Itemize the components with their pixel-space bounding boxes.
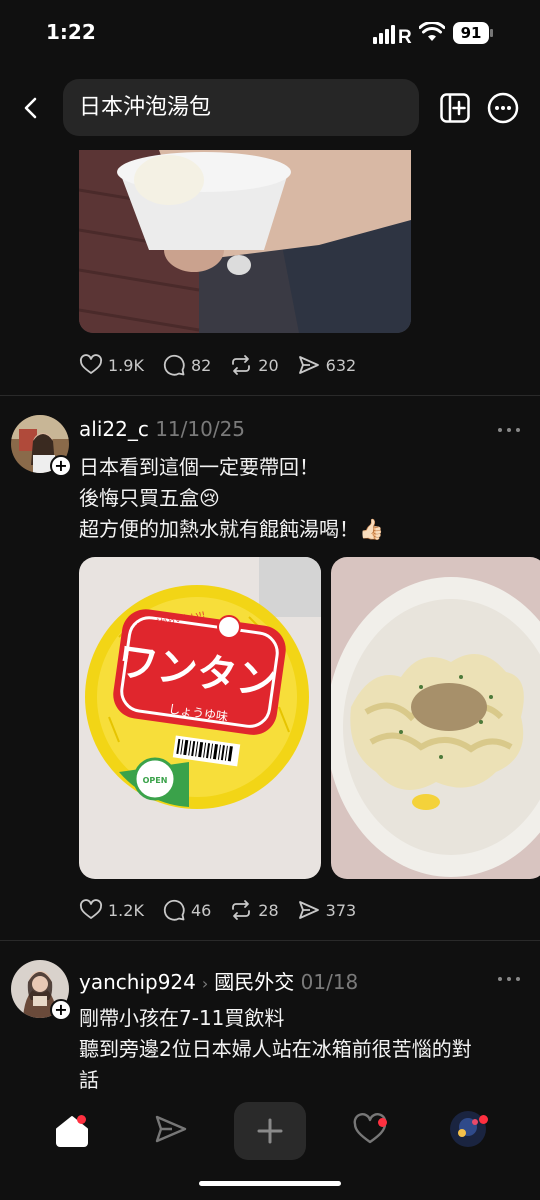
carrier-label: R xyxy=(398,27,412,44)
more-dots-icon[interactable] xyxy=(496,974,522,984)
username[interactable]: ali22_c xyxy=(79,417,149,441)
compose-button[interactable] xyxy=(234,1102,306,1160)
like-button[interactable]: 1.2K xyxy=(79,898,144,922)
home-indicator xyxy=(199,1181,341,1186)
comment-count: 82 xyxy=(190,355,212,375)
post-header: yanchip924 › 國民外交 01/18 xyxy=(79,966,358,995)
post-text: 日本看到這個一定要帶回！ 後悔只買五盒😢 超方便的加熱水就有餛飩湯喝！👍🏻 xyxy=(79,452,529,545)
search-header: 日本沖泡湯包 xyxy=(0,78,540,138)
post-divider xyxy=(0,395,540,396)
post-date: 01/18 xyxy=(300,970,359,994)
back-arrow-icon[interactable] xyxy=(18,92,46,124)
post-line: 日本看到這個一定要帶回！ xyxy=(79,455,319,479)
activity-notification-dot xyxy=(378,1118,387,1127)
post-actions: 1.9K 82 20 632 xyxy=(79,350,374,380)
follow-plus-icon[interactable]: + xyxy=(50,999,72,1021)
status-bar: 1:22 R 91 xyxy=(0,0,540,66)
status-time: 1:22 xyxy=(46,20,96,44)
post-line: 聽到旁邊2位日本婦人站在冰箱前很苦惱的對 xyxy=(79,1037,472,1061)
bottom-navigation xyxy=(0,1095,540,1200)
repost-button[interactable]: 28 xyxy=(229,898,279,922)
repost-icon xyxy=(232,355,251,375)
share-button[interactable]: 373 xyxy=(297,898,357,922)
post-line: 後悔只買五盒😢 xyxy=(79,486,220,510)
activity-heart-icon[interactable] xyxy=(348,1107,392,1151)
add-column-icon[interactable] xyxy=(439,92,471,124)
search-input[interactable]: 日本沖泡湯包 xyxy=(63,79,419,136)
heart-icon xyxy=(79,899,103,919)
follow-plus-icon[interactable]: + xyxy=(50,455,72,477)
send-icon[interactable] xyxy=(148,1107,192,1151)
profile-notification-dot xyxy=(479,1115,488,1124)
home-icon[interactable] xyxy=(50,1107,94,1151)
chevron-right-icon: › xyxy=(201,974,209,993)
like-button[interactable]: 1.9K xyxy=(79,353,144,377)
more-options-icon[interactable] xyxy=(487,92,519,124)
repost-count: 28 xyxy=(258,900,279,920)
battery-level: 91 xyxy=(453,22,489,44)
share-count: 632 xyxy=(325,355,357,375)
comment-icon xyxy=(163,899,185,921)
repost-button[interactable]: 20 xyxy=(229,353,279,377)
post-text: 剛帶小孩在7-11買飲料 聽到旁邊2位日本婦人站在冰箱前很苦惱的對 話 xyxy=(79,1003,529,1095)
post-image-wonton-cup[interactable]: ワンタン しょうゆ味 スープがおいしい!! OPEN xyxy=(79,557,321,879)
post-image-cup-in-hand[interactable] xyxy=(79,150,411,333)
open-tab-label: OPEN xyxy=(143,776,168,785)
comment-button[interactable]: 46 xyxy=(162,898,211,922)
heart-icon xyxy=(79,354,103,374)
more-dots-icon[interactable] xyxy=(496,425,522,435)
wifi-icon xyxy=(419,22,445,41)
comment-count: 46 xyxy=(190,900,212,920)
battery-icon: 91 xyxy=(453,22,493,44)
post-actions: 1.2K 46 28 373 xyxy=(79,895,374,925)
cellular-signal-icon: R xyxy=(373,25,412,44)
feed[interactable]: 1.9K 82 20 632 + ali22_c 11/10/25 日本看到這個… xyxy=(0,150,540,1095)
post-divider xyxy=(0,940,540,941)
comment-button[interactable]: 82 xyxy=(162,353,211,377)
post-line: 剛帶小孩在7-11買飲料 xyxy=(79,1006,285,1030)
username[interactable]: yanchip924 xyxy=(79,970,196,994)
topic-tag[interactable]: 國民外交 xyxy=(214,970,294,994)
send-icon xyxy=(298,901,319,919)
post-date: 11/10/25 xyxy=(155,417,246,441)
comment-icon xyxy=(163,354,185,376)
repost-icon xyxy=(232,900,251,920)
post-image-wonton-bowl[interactable] xyxy=(331,557,540,879)
repost-count: 20 xyxy=(258,355,279,375)
like-count: 1.2K xyxy=(108,900,144,920)
share-count: 373 xyxy=(325,900,357,920)
like-count: 1.9K xyxy=(108,355,144,375)
share-button[interactable]: 632 xyxy=(297,353,357,377)
post-header: ali22_c 11/10/25 xyxy=(79,417,245,441)
home-notification-dot xyxy=(77,1115,86,1124)
send-icon xyxy=(298,356,319,374)
compose-icon xyxy=(257,1118,283,1144)
post-line: 超方便的加熱水就有餛飩湯喝！👍🏻 xyxy=(79,517,384,541)
post-line: 話 xyxy=(79,1068,99,1092)
